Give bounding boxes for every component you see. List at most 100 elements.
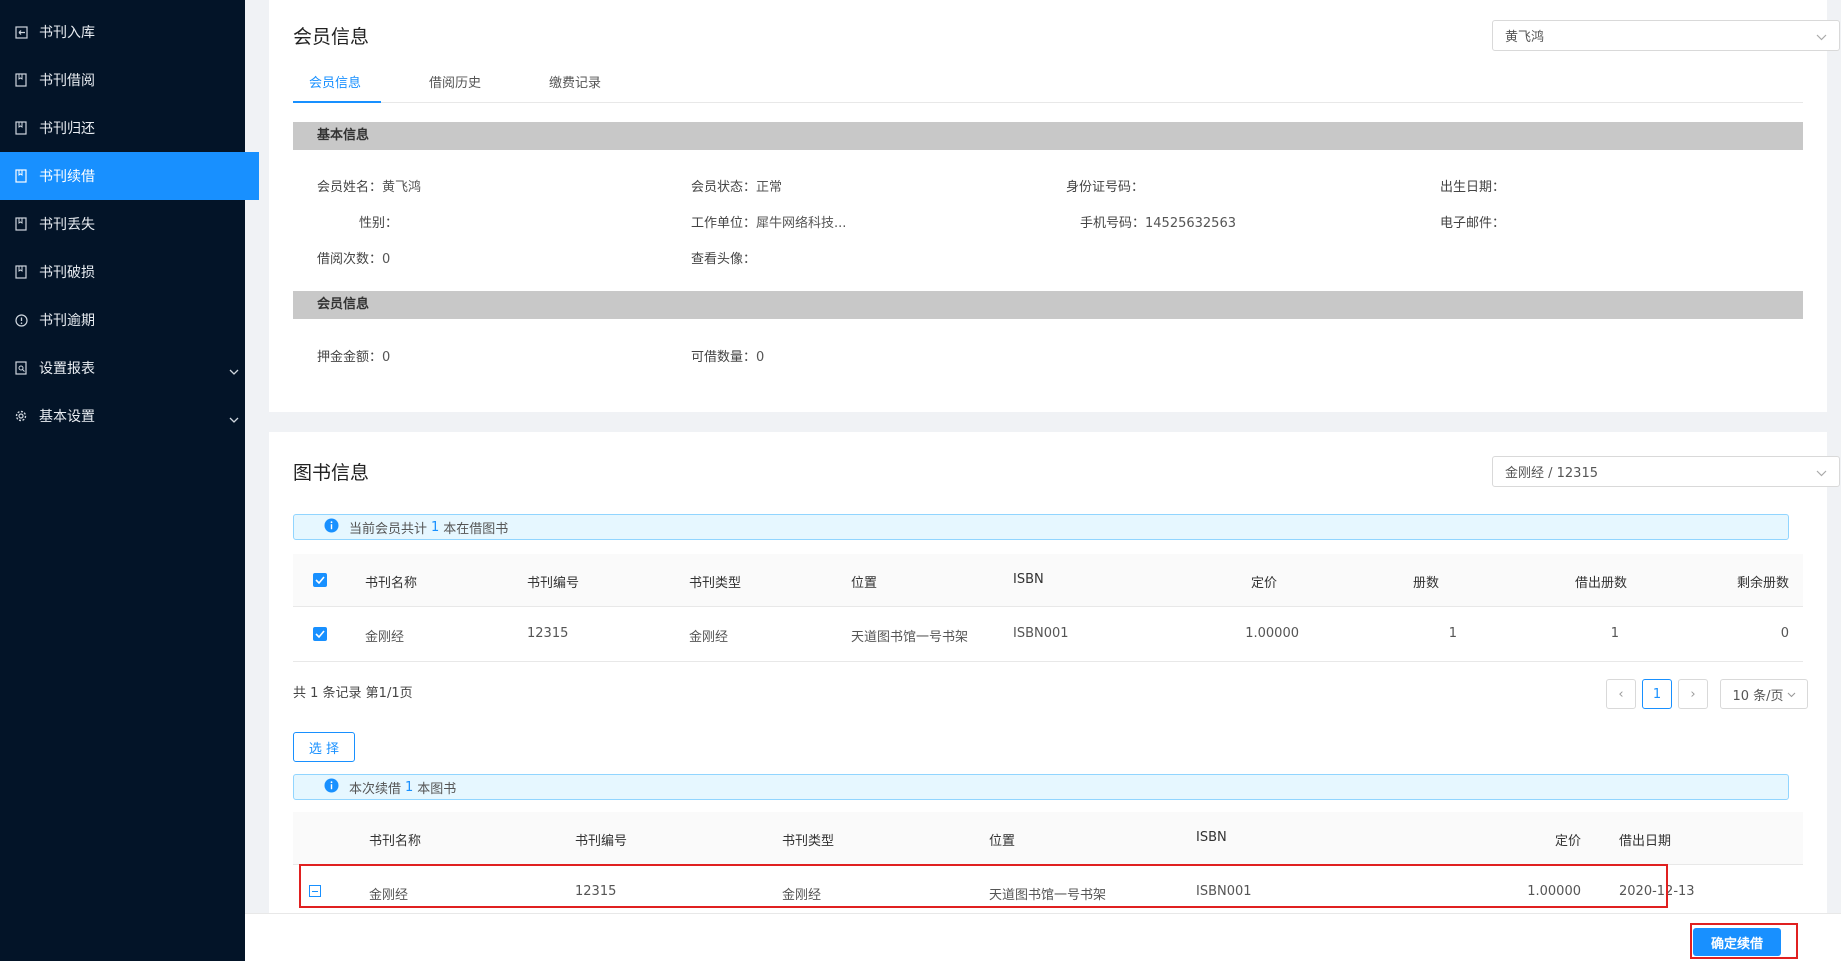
sidebar-item-report-settings[interactable]: 设置报表 [0,344,259,392]
col-header: 定价 [1554,834,1581,849]
field-view-avatar[interactable]: 查看头像： [691,248,756,267]
page-size-select[interactable]: 10 条/页 [1720,679,1808,709]
book-icon [14,73,28,87]
tab-member-info[interactable]: 会员信息 [309,72,361,91]
col-header: 书刊编号 [575,834,628,849]
field-borrow-count: 借阅次数：0 [317,248,390,267]
field-label: 会员姓名： [317,180,383,195]
book-select[interactable]: 金刚经 / 12315 [1492,456,1840,487]
col-header: 位置 [851,576,878,591]
field-label: 出生日期： [1440,180,1506,195]
sidebar-item-label: 书刊逾期 [39,313,95,329]
basic-info-header: 基本信息 [293,122,1803,150]
tab-payment-records[interactable]: 缴费记录 [549,72,601,91]
alert-count: 1 [405,779,414,795]
chevron-down-icon [1787,687,1796,702]
page-1-button[interactable]: 1 [1642,679,1672,709]
select-all-checkbox[interactable] [313,573,327,587]
report-icon [14,361,28,375]
member-info-header: 会员信息 [293,291,1803,319]
tab-borrow-history[interactable]: 借阅历史 [429,72,481,91]
select-button[interactable]: 选 择 [293,732,355,762]
alert-circle-icon [14,313,28,327]
table-row[interactable]: 金刚经 12315 金刚经 天道图书馆一号书架 ISBN001 1.00000 … [293,607,1803,662]
book-icon [14,169,28,183]
footer-bar: 确定续借 [245,913,1841,961]
sidebar-item-book-return[interactable]: 书刊归还 [0,104,259,152]
member-card-title: 会员信息 [293,26,370,48]
sidebar-item-book-overdue[interactable]: 书刊逾期 [0,296,259,344]
field-value: 黄飞鸿 [382,180,422,195]
current-borrow-alert: 当前会员共计 1 本在借图书 [293,514,1789,540]
field-value: 正常 [756,180,783,195]
sidebar-item-book-borrow[interactable]: 书刊借阅 [0,56,259,104]
book-card-title: 图书信息 [293,462,370,484]
field-member-name: 会员姓名：黄飞鸿 [317,176,421,195]
pagination-summary: 共 1 条记录 第1/1页 [293,686,413,701]
field-label: 电子邮件： [1440,216,1506,231]
sidebar-item-book-import[interactable]: 书刊入库 [0,8,259,56]
field-birthday: 出生日期： [1440,176,1505,195]
col-header: 书刊类型 [689,576,742,591]
col-header: 书刊名称 [369,834,422,849]
field-label: 押金金额： [317,350,383,365]
col-header: 册数 [1412,576,1439,591]
cell-book-no: 12315 [527,626,569,641]
row-checkbox[interactable] [313,627,327,641]
col-header: 剩余册数 [1736,576,1789,591]
cell-location: 天道图书馆一号书架 [851,630,969,645]
borrowed-books-table: 书刊名称 书刊编号 书刊类型 位置 ISBN 定价 册数 借出册数 剩余册数 金… [293,554,1803,662]
field-value: 犀牛网络科技... [756,216,847,231]
import-icon [14,25,28,39]
next-page-button[interactable]: › [1678,679,1708,709]
member-tabs: 会员信息 借阅历史 缴费记录 [293,62,1803,103]
sidebar-item-label: 基本设置 [39,409,95,425]
book-icon [14,265,28,279]
sidebar-item-book-renew[interactable]: 书刊续借 [0,152,259,200]
book-icon [14,121,28,135]
field-value: 14525632563 [1145,216,1236,231]
info-icon [324,778,339,797]
field-label: 性别： [359,216,399,231]
field-deposit: 押金金额：0 [317,346,390,365]
field-gender: 性别： [359,212,398,231]
field-workplace: 工作单位：犀牛网络科技... [691,212,846,231]
book-icon [14,217,28,231]
col-header: 书刊类型 [782,834,835,849]
cell-book-name: 金刚经 [365,630,405,645]
field-phone: 手机号码：14525632563 [1080,212,1236,231]
alert-prefix: 本次续借 [349,781,402,797]
col-header: 书刊编号 [527,576,580,591]
chevron-down-icon [1816,30,1827,45]
field-value: 0 [756,350,765,365]
cell-book-type: 金刚经 [689,630,729,645]
field-id-number: 身份证号码： [1066,176,1144,195]
chevron-down-icon [1816,466,1827,481]
col-header: 借出册数 [1574,576,1627,591]
alert-suffix: 本在借图书 [443,521,509,537]
field-value: 0 [382,252,391,267]
chevron-down-icon [229,411,239,427]
alert-suffix: 本图书 [417,781,457,797]
field-label: 借阅次数： [317,252,383,267]
sidebar-item-label: 书刊丢失 [39,217,95,233]
sidebar-item-label: 书刊借阅 [39,73,95,89]
field-email: 电子邮件： [1440,212,1505,231]
prev-page-button[interactable]: ‹ [1606,679,1636,709]
col-header: ISBN [1013,572,1044,587]
chevron-down-icon [229,363,239,379]
field-label: 工作单位： [691,216,757,231]
sidebar-item-book-lost[interactable]: 书刊丢失 [0,200,259,248]
field-label: 查看头像： [691,252,757,267]
col-header: ISBN [1196,830,1227,845]
highlight-box [1690,923,1798,959]
col-header: 位置 [989,834,1016,849]
member-select[interactable]: 黄飞鸿 [1492,20,1840,51]
sidebar-item-book-damaged[interactable]: 书刊破损 [0,248,259,296]
sidebar-item-label: 书刊续借 [39,169,95,185]
field-label: 身份证号码： [1066,180,1145,195]
field-label: 可借数量： [691,350,757,365]
sidebar-item-basic-settings[interactable]: 基本设置 [0,392,259,440]
sidebar-item-label: 设置报表 [39,361,95,377]
cell-volumes: 1 [1448,626,1457,641]
